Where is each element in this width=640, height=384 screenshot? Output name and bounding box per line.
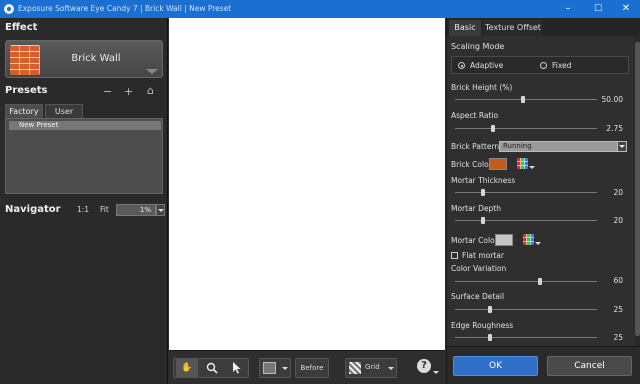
- adaptive-label: Adaptive: [470, 61, 504, 70]
- actual-size-button[interactable]: 1:1: [77, 205, 89, 214]
- chevron-down-icon[interactable]: [535, 242, 541, 245]
- grid-label: Grid: [365, 363, 380, 371]
- before-button[interactable]: Before: [295, 358, 329, 378]
- chevron-down-icon[interactable]: [433, 371, 439, 374]
- mortar-color-label: Mortar Color: [451, 236, 498, 245]
- presets-heading: Presets: [5, 85, 48, 96]
- settings-tabs: Basic Texture Offset: [447, 18, 640, 36]
- edge-roughness-value[interactable]: 25: [613, 333, 623, 342]
- mortar-color-swatch[interactable]: [495, 234, 513, 246]
- surface-detail-value[interactable]: 25: [613, 305, 623, 314]
- scrollbar-thumb[interactable]: [635, 42, 640, 336]
- chevron-down-icon[interactable]: [529, 166, 535, 169]
- aspect-ratio-label: Aspect Ratio: [451, 111, 499, 120]
- surface-detail-label: Surface Detail: [451, 292, 505, 301]
- zoom-tool-icon[interactable]: [201, 359, 223, 377]
- color-variation-value[interactable]: 60: [613, 276, 623, 285]
- dialog-footer: OK Cancel: [447, 346, 640, 384]
- brick-pattern-label: Brick Pattern: [451, 142, 500, 151]
- color-palette-icon[interactable]: [523, 234, 534, 245]
- ok-button[interactable]: OK: [453, 356, 538, 376]
- edge-roughness-label: Edge Roughness: [451, 321, 514, 330]
- slider-knob[interactable]: [481, 189, 486, 196]
- brick-pattern-select[interactable]: Running: [499, 141, 625, 152]
- tab-texture-offset[interactable]: Texture Offset: [483, 20, 543, 36]
- fixed-label: Fixed: [552, 61, 572, 70]
- chevron-down-icon[interactable]: [156, 204, 165, 216]
- effect-selector[interactable]: Brick Wall: [5, 40, 163, 78]
- background-color-picker[interactable]: [259, 358, 291, 378]
- pointer-tool-icon[interactable]: [226, 359, 248, 377]
- background-swatch: [263, 362, 276, 374]
- brick-wall-thumbnail-icon: [10, 45, 40, 75]
- slider-knob[interactable]: [488, 306, 493, 313]
- window-title: Exposure Software Eye Candy 7 | Brick Wa…: [18, 4, 232, 13]
- brick-height-label: Brick Height (%): [451, 83, 513, 92]
- brick-height-slider[interactable]: [455, 96, 597, 103]
- mortar-depth-label: Mortar Depth: [451, 204, 501, 213]
- grid-icon: [349, 362, 361, 374]
- title-bar: Exposure Software Eye Candy 7 | Brick Wa…: [0, 0, 640, 18]
- color-variation-slider[interactable]: [455, 278, 597, 285]
- tab-user[interactable]: User: [45, 104, 83, 118]
- minimize-button[interactable]: –: [554, 0, 582, 18]
- scaling-mode-label: Scaling Mode: [451, 42, 505, 51]
- tab-basic[interactable]: Basic: [449, 20, 481, 36]
- chevron-down-icon[interactable]: [617, 141, 627, 152]
- add-preset-button[interactable]: +: [124, 86, 133, 97]
- navigator-controls: 1:1 Fit 1%: [0, 204, 168, 218]
- slider-knob[interactable]: [481, 217, 486, 224]
- slider-knob[interactable]: [490, 125, 495, 132]
- flat-mortar-label: Flat mortar: [462, 251, 504, 260]
- surface-detail-slider[interactable]: [455, 306, 597, 313]
- effect-name: Brick Wall: [71, 53, 121, 64]
- left-panel: Effect Brick Wall Presets − + ⌂ Factory …: [0, 18, 168, 384]
- adaptive-radio[interactable]: [458, 62, 465, 69]
- mortar-depth-slider[interactable]: [455, 217, 597, 224]
- parameters-list: Scaling Mode Adaptive Fixed Brick Height…: [447, 36, 633, 346]
- eye-icon: [4, 4, 14, 14]
- mortar-depth-value[interactable]: 20: [613, 216, 623, 225]
- cancel-button[interactable]: Cancel: [547, 356, 632, 376]
- hand-tool-icon[interactable]: ✋: [176, 359, 198, 377]
- preview-canvas[interactable]: [169, 18, 445, 350]
- preset-list: New Preset: [5, 118, 163, 194]
- slider-knob[interactable]: [488, 334, 493, 341]
- settings-panel: Basic Texture Offset Scaling Mode Adapti…: [446, 18, 640, 384]
- tab-factory[interactable]: Factory: [5, 104, 43, 118]
- edge-roughness-slider[interactable]: [455, 334, 597, 341]
- grid-button[interactable]: Grid: [345, 358, 397, 378]
- aspect-ratio-value[interactable]: 2.75: [606, 124, 623, 133]
- slider-knob[interactable]: [537, 278, 542, 285]
- tool-group: ✋: [173, 358, 249, 378]
- maximize-button[interactable]: ☐: [584, 0, 612, 18]
- aspect-ratio-slider[interactable]: [455, 125, 597, 132]
- fixed-radio[interactable]: [540, 62, 547, 69]
- mortar-thickness-value[interactable]: 20: [613, 188, 623, 197]
- effect-heading: Effect: [5, 22, 38, 33]
- flat-mortar-checkbox[interactable]: [451, 252, 458, 259]
- brick-height-value[interactable]: 50.00: [602, 95, 623, 104]
- color-variation-label: Color Variation: [451, 264, 507, 273]
- slider-knob[interactable]: [521, 96, 526, 103]
- list-item[interactable]: New Preset: [9, 121, 161, 130]
- effect-menu-chevron-icon: [146, 69, 158, 74]
- preview-toolbar: ✋ Before Grid ?: [169, 350, 445, 384]
- fit-button[interactable]: Fit: [100, 205, 109, 214]
- chevron-down-icon: [282, 367, 288, 370]
- close-button[interactable]: ✕: [612, 0, 640, 18]
- remove-preset-button[interactable]: −: [103, 86, 112, 97]
- mortar-thickness-label: Mortar Thickness: [451, 176, 516, 185]
- help-icon[interactable]: ?: [417, 359, 431, 373]
- zoom-select[interactable]: 1%: [116, 204, 156, 216]
- chevron-down-icon: [388, 367, 394, 370]
- mortar-thickness-slider[interactable]: [455, 189, 597, 196]
- scrollbar[interactable]: [634, 36, 640, 346]
- scaling-mode-group: Adaptive Fixed: [451, 56, 629, 74]
- color-palette-icon[interactable]: [517, 158, 528, 169]
- brick-color-label: Brick Color: [451, 160, 492, 169]
- brick-color-swatch[interactable]: [489, 158, 507, 170]
- home-icon[interactable]: ⌂: [147, 85, 154, 96]
